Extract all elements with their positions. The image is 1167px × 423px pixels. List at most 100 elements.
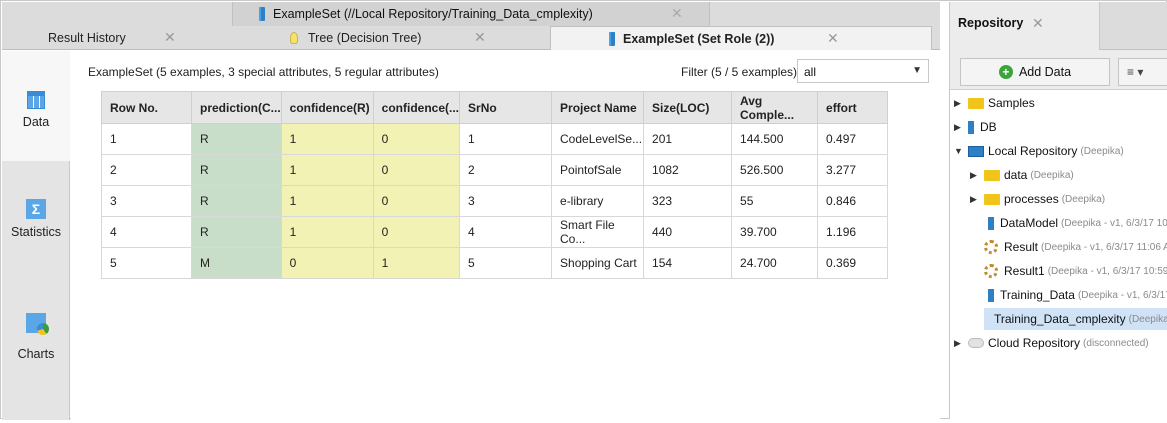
tab-row: Result History ✕ Tree (Decision Tree) ✕ …: [2, 26, 940, 50]
tab-exampleset-set-role[interactable]: ExampleSet (Set Role (2)) ✕: [550, 26, 932, 50]
cell: R: [191, 185, 282, 217]
exampleset-icon: [988, 288, 994, 302]
view-sidebar: Data Σ Statistics Charts: [2, 51, 70, 420]
nav-statistics[interactable]: Σ Statistics: [2, 199, 70, 309]
cell: 0.497: [817, 123, 889, 155]
cell: 4: [459, 216, 553, 248]
close-icon[interactable]: ✕: [671, 5, 683, 22]
cell: 3: [101, 185, 192, 217]
table-row[interactable]: 5 M 0 1 5 Shopping Cart 154 24.700 0.369: [101, 247, 889, 279]
local-repository-icon: [968, 145, 984, 157]
cell: 0: [372, 216, 461, 248]
chevron-down-icon: ▼: [912, 65, 922, 76]
table-row[interactable]: 1 R 1 0 1 CodeLevelSe... 201 144.500 0.4…: [101, 123, 889, 155]
tab-label: Result History: [48, 31, 126, 45]
document-tab-bar: ExampleSet (//Local Repository/Training_…: [2, 2, 940, 50]
cell: 1: [280, 216, 374, 248]
tab-repository[interactable]: Repository ✕: [950, 2, 1100, 50]
data-table: Row No. prediction(C... confidence(R) co…: [101, 91, 889, 279]
filter-dropdown[interactable]: all ▼: [797, 59, 929, 83]
column-header[interactable]: SrNo: [459, 91, 553, 124]
tree-item-meta: (Deepika - v1, 6/3/17 10:: [1061, 217, 1167, 229]
collapse-arrow-icon[interactable]: ▼: [954, 146, 964, 156]
filter-value: all: [804, 65, 817, 79]
tree-item-training-data-cmplexity[interactable]: Training_Data_cmplexity (Deepika: [984, 308, 1167, 330]
close-icon[interactable]: ✕: [474, 29, 486, 46]
repository-menu-button[interactable]: ≡ ▾: [1118, 58, 1167, 86]
cell: Smart File Co...: [551, 216, 645, 248]
tree-item-label: DataModel: [1000, 216, 1059, 230]
expand-arrow-icon[interactable]: ▶: [954, 338, 964, 349]
tab-label: ExampleSet (//Local Repository/Training_…: [273, 7, 593, 21]
tree-item-samples[interactable]: ▶ Samples: [954, 92, 1035, 114]
exampleset-icon: [609, 31, 615, 46]
tree-item-datamodel[interactable]: DataModel (Deepika - v1, 6/3/17 10:: [984, 212, 1167, 234]
folder-icon: [984, 193, 1000, 205]
close-icon[interactable]: ✕: [1032, 15, 1044, 32]
cell: e-library: [551, 185, 645, 217]
add-data-button[interactable]: + Add Data: [960, 58, 1110, 86]
tab-decision-tree[interactable]: Tree (Decision Tree) ✕: [232, 26, 550, 50]
cell: 2: [101, 154, 192, 186]
tree-item-meta: (Deepika - v1, 6/3/17 10:59: [1047, 265, 1167, 277]
tree-item-cloud-repository[interactable]: ▶ Cloud Repository (disconnected): [954, 332, 1149, 354]
charts-icon: [26, 313, 49, 335]
column-header[interactable]: Avg Comple...: [731, 91, 819, 124]
column-header[interactable]: prediction(C...: [191, 91, 282, 124]
tree-item-db[interactable]: ▶ DB: [954, 116, 997, 138]
exampleset-icon: [988, 216, 994, 230]
expand-arrow-icon[interactable]: ▶: [954, 98, 964, 109]
cell: 3: [459, 185, 553, 217]
cell: 1: [372, 247, 461, 279]
close-icon[interactable]: ✕: [827, 30, 839, 47]
button-label: Add Data: [1018, 65, 1072, 79]
tree-item-label: DB: [980, 120, 997, 134]
tree-item-processes[interactable]: ▶ processes (Deepika): [970, 188, 1105, 210]
table-row[interactable]: 3 R 1 0 3 e-library 323 55 0.846: [101, 185, 889, 217]
cell: 440: [643, 216, 733, 248]
cell: 1.196: [817, 216, 889, 248]
tree-item-local-repository[interactable]: ▼ Local Repository (Deepika): [954, 140, 1124, 162]
expand-arrow-icon[interactable]: ▶: [954, 122, 964, 133]
column-header[interactable]: Row No.: [101, 91, 192, 124]
column-header[interactable]: Project Name: [551, 91, 645, 124]
column-header[interactable]: confidence(...: [372, 91, 461, 124]
cell: PointofSale: [551, 154, 645, 186]
cell: 1: [280, 123, 374, 155]
tree-item-result1[interactable]: Result1 (Deepika - v1, 6/3/17 10:59: [984, 260, 1167, 282]
cell: 154: [643, 247, 733, 279]
gears-icon: [984, 240, 998, 254]
tab-result-history[interactable]: Result History ✕: [2, 26, 232, 50]
tree-item-meta: (Deepika - v1, 6/3/17: [1077, 289, 1167, 301]
cell: 323: [643, 185, 733, 217]
tab-exampleset-training-data[interactable]: ExampleSet (//Local Repository/Training_…: [232, 2, 710, 26]
tree-item-label: data: [1004, 168, 1028, 182]
tree-item-data[interactable]: ▶ data (Deepika): [970, 164, 1074, 186]
lightbulb-icon: [290, 32, 298, 44]
column-header[interactable]: confidence(R): [280, 91, 374, 124]
nav-data[interactable]: Data: [2, 51, 70, 161]
table-row[interactable]: 4 R 1 0 4 Smart File Co... 440 39.700 1.…: [101, 216, 889, 248]
nav-charts[interactable]: Charts: [2, 313, 70, 423]
tree-item-label: Training_Data: [1000, 288, 1075, 302]
tree-item-label: Local Repository: [988, 144, 1078, 158]
cell: CodeLevelSe...: [551, 123, 645, 155]
expand-arrow-icon[interactable]: ▶: [970, 170, 980, 181]
plus-icon: +: [998, 65, 1013, 79]
cell: 0: [372, 123, 461, 155]
menu-icon: ≡ ▾: [1127, 65, 1144, 79]
tree-item-meta: (Deepika: [1128, 313, 1167, 325]
tree-item-training-data[interactable]: Training_Data (Deepika - v1, 6/3/17: [984, 284, 1167, 306]
tree-item-result[interactable]: Result (Deepika - v1, 6/3/17 11:06 A: [984, 236, 1167, 258]
column-header[interactable]: effort: [817, 91, 889, 124]
table-row[interactable]: 2 R 1 0 2 PointofSale 1082 526.500 3.277: [101, 154, 889, 186]
column-header[interactable]: Size(LOC): [643, 91, 733, 124]
cell: 4: [101, 216, 192, 248]
table-icon: [27, 91, 45, 109]
cell: 0: [280, 247, 374, 279]
tree-item-meta: (Deepika): [1080, 145, 1124, 157]
close-icon[interactable]: ✕: [164, 29, 176, 46]
repository-panel: Repository ✕ + Add Data ≡ ▾ ▶ Samples ▶ …: [949, 2, 1167, 419]
expand-arrow-icon[interactable]: ▶: [970, 194, 980, 205]
cell: 5: [101, 247, 192, 279]
